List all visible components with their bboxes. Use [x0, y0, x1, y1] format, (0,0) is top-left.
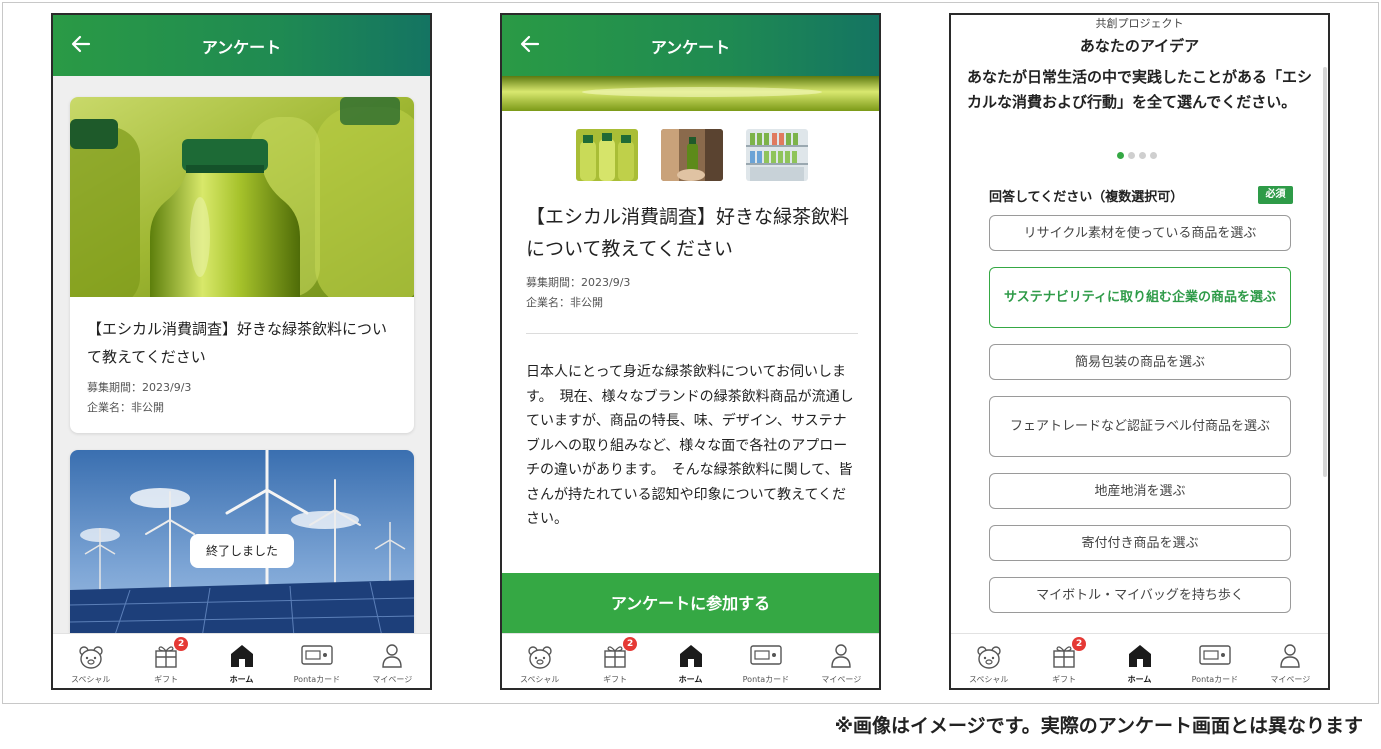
survey-period: 募集期間：2023/9/3	[526, 276, 631, 289]
ended-status-pill: 終了しました	[190, 534, 294, 568]
page-dot	[1139, 152, 1146, 159]
page-indicator	[1117, 152, 1167, 162]
project-subtitle: 共創プロジェクト	[1095, 17, 1184, 30]
thumbnail-bottles-image[interactable]	[576, 129, 638, 181]
page-title: あなたのアイデア	[1079, 37, 1200, 55]
person-icon	[1280, 644, 1301, 668]
option-label: フェアトレードなど認証ラベル付商品を選ぶ	[1009, 419, 1270, 434]
nav-label: ギフト	[154, 675, 179, 684]
option-label: 地産地消を選ぶ	[1094, 483, 1186, 499]
gift-count-badge: 2	[174, 637, 189, 651]
join-survey-button[interactable]: アンケートに参加する	[502, 573, 879, 635]
nav-home[interactable]: ホーム	[653, 634, 728, 688]
nav-mypage[interactable]: マイページ	[355, 634, 430, 688]
survey-company: 企業名：非公開	[526, 296, 603, 309]
nav-label: ホーム	[229, 675, 254, 684]
home-icon	[679, 645, 702, 667]
option-label: リサイクル素材を使っている商品を選ぶ	[1023, 225, 1257, 241]
nav-label: スペシャル	[519, 675, 560, 684]
answer-option[interactable]: 寄付付き商品を選ぶ	[989, 525, 1291, 561]
survey-card-ended[interactable]: 終了しました	[70, 450, 414, 637]
home-icon	[230, 645, 253, 667]
answer-option[interactable]: リサイクル素材を使っている商品を選ぶ	[989, 215, 1291, 251]
header-title: アンケート	[650, 38, 731, 57]
card-icon	[1199, 645, 1231, 665]
home-icon	[1128, 645, 1151, 667]
phone-survey-question: 共創プロジェクト あなたのアイデア あなたが日常生活の中で実践したことがある「エ…	[949, 13, 1330, 690]
nav-label: ホーム	[678, 675, 703, 684]
nav-mypage[interactable]: マイページ	[804, 634, 879, 688]
bear-icon	[79, 646, 103, 669]
survey-list[interactable]: 【エシカル消費調査】好きな緑茶飲料について教えてください 募集期間：2023/9…	[53, 76, 430, 637]
page-dot	[1128, 152, 1135, 159]
bear-icon	[977, 646, 1001, 669]
nav-label: Pontaカード	[742, 675, 790, 684]
survey-description: 日本人にとって身近な緑茶飲料についてお伺いします。 現在、様々なブランドの緑茶飲…	[526, 364, 854, 527]
nav-label: マイページ	[372, 675, 413, 684]
bottom-nav: スペシャル 2 ギフト ホーム Pontaカード マイページ	[53, 633, 430, 688]
option-label: 簡易包装の商品を選ぶ	[1074, 354, 1205, 370]
person-icon	[831, 644, 852, 668]
gift-count-badge: 2	[1072, 637, 1087, 651]
survey-card[interactable]: 【エシカル消費調査】好きな緑茶飲料について教えてください 募集期間：2023/9…	[70, 97, 414, 433]
answer-option[interactable]: フェアトレードなど認証ラベル付商品を選ぶ	[989, 396, 1291, 457]
page-dot	[1150, 152, 1157, 159]
nav-mypage[interactable]: マイページ	[1253, 634, 1328, 688]
survey-period: 募集期間：2023/9/3	[87, 381, 192, 394]
answer-option[interactable]: マイボトル・マイバッグを持ち歩く	[989, 577, 1291, 613]
survey-company: 企業名：非公開	[87, 401, 164, 414]
nav-label: スペシャル	[70, 675, 111, 684]
survey-title: 【エシカル消費調査】好きな緑茶飲料について教えてください	[526, 206, 850, 260]
divider	[526, 333, 858, 334]
question-text: あなたが日常生活の中で実践したことがある「エシカルな消費および行動」を全て選んで…	[967, 68, 1313, 111]
survey-title: 【エシカル消費調査】好きな緑茶飲料について教えてください	[87, 320, 388, 366]
thumbnail-store-shelf-image[interactable]	[746, 129, 808, 181]
scrollbar[interactable]	[1323, 67, 1327, 477]
page-dot-active	[1117, 152, 1124, 159]
nav-label: ギフト	[1052, 675, 1077, 684]
answer-label: 回答してください（複数選択可）	[989, 190, 1184, 205]
nav-label: ギフト	[603, 675, 628, 684]
nav-gift[interactable]: 2 ギフト	[128, 634, 203, 688]
app-header: アンケート	[502, 15, 879, 76]
nav-ponta-card[interactable]: Pontaカード	[728, 634, 803, 688]
nav-gift[interactable]: 2 ギフト	[577, 634, 652, 688]
nav-special[interactable]: スペシャル	[502, 634, 577, 688]
bottom-nav: スペシャル 2 ギフト ホーム Pontaカード マイページ	[951, 633, 1328, 688]
app-header: アンケート	[53, 15, 430, 76]
nav-special[interactable]: スペシャル	[951, 634, 1026, 688]
nav-label: スペシャル	[968, 675, 1009, 684]
option-label: マイボトル・マイバッグを持ち歩く	[1036, 587, 1244, 603]
nav-label: マイページ	[821, 675, 862, 684]
nav-ponta-card[interactable]: Pontaカード	[279, 634, 354, 688]
person-icon	[382, 644, 403, 668]
thumbnail-person-drinking-image[interactable]	[661, 129, 723, 181]
header-title: アンケート	[201, 38, 282, 57]
nav-label: Pontaカード	[1191, 675, 1239, 684]
green-tea-bottles-image	[70, 97, 414, 297]
bear-icon	[528, 646, 552, 669]
phone-survey-list: アンケート 【エシカル消費調査】好きな緑茶飲料について教えてください 募集期間：…	[51, 13, 432, 690]
gift-count-badge: 2	[623, 637, 638, 651]
nav-label: マイページ	[1270, 675, 1311, 684]
answer-option[interactable]: 簡易包装の商品を選ぶ	[989, 344, 1291, 380]
nav-label: ホーム	[1127, 675, 1152, 684]
answer-option[interactable]: 地産地消を選ぶ	[989, 473, 1291, 509]
answer-option-selected[interactable]: サステナビリティに取り組む企業の商品を選ぶ	[989, 267, 1291, 328]
nav-home[interactable]: ホーム	[1102, 634, 1177, 688]
required-badge: 必須	[1258, 186, 1293, 204]
option-label: 寄付付き商品を選ぶ	[1081, 535, 1199, 551]
nav-special[interactable]: スペシャル	[53, 634, 128, 688]
card-icon	[301, 645, 333, 665]
option-label: サステナビリティに取り組む企業の商品を選ぶ	[1004, 290, 1276, 305]
phone-survey-detail: アンケート 【エシカル消費調査】好きな緑茶飲料について教えてください 募集期間：…	[500, 13, 881, 690]
nav-home[interactable]: ホーム	[204, 634, 279, 688]
image-disclaimer-caption: ※画像はイメージです。実際のアンケート画面とは異なります	[834, 715, 1363, 737]
nav-gift[interactable]: 2 ギフト	[1026, 634, 1101, 688]
nav-ponta-card[interactable]: Pontaカード	[1177, 634, 1252, 688]
nav-label: Pontaカード	[293, 675, 341, 684]
bottom-nav: スペシャル 2 ギフト ホーム Pontaカード マイページ	[502, 633, 879, 688]
survey-banner-image	[502, 76, 879, 111]
card-icon	[750, 645, 782, 665]
